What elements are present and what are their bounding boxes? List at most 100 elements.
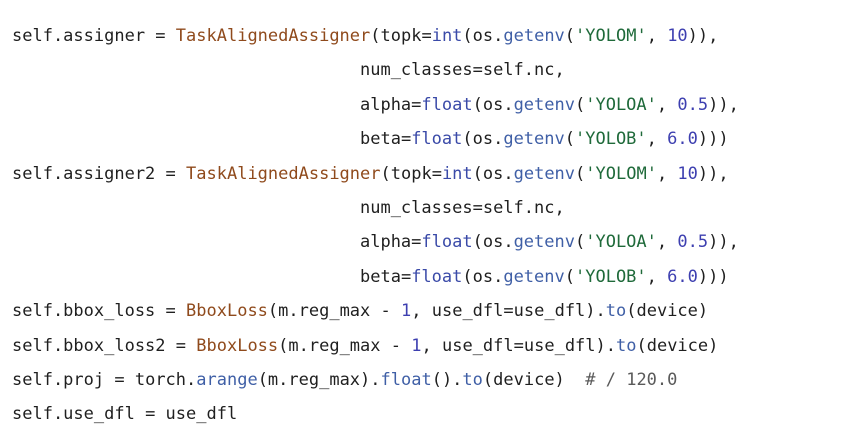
code-token-plain: (os. — [462, 266, 504, 287]
code-token-op: - — [390, 335, 401, 356]
code-token-plain: (os. — [472, 163, 514, 184]
code-token-func: getenv — [503, 266, 565, 287]
code-line: beta=float(os.getenv('YOLOB', 6.0))) — [12, 122, 859, 156]
code-token-op: = — [431, 163, 442, 184]
code-token-plain: ( — [574, 94, 586, 115]
code-token-plain: self.use_dfl — [12, 404, 146, 425]
code-token-func: getenv — [503, 26, 565, 46]
code-token-builtin: float — [411, 266, 463, 287]
code-token-string: 'YOLOA' — [585, 94, 657, 115]
code-token-number: 6.0 — [667, 129, 698, 150]
code-token-plain: (device) — [626, 301, 709, 322]
code-line: beta=float(os.getenv('YOLOB', 6.0))) — [12, 260, 859, 294]
code-token-op: = — [513, 335, 524, 356]
code-line: alpha=float(os.getenv('YOLOA', 0.5)), — [12, 88, 859, 122]
code-token-number: 1 — [401, 301, 412, 322]
code-line: num_classes=self.nc, — [12, 191, 859, 225]
code-token-plain: torch. — [124, 369, 197, 390]
code-token-plain: (device) — [636, 335, 719, 356]
code-token-func: getenv — [513, 94, 575, 115]
code-token-plain: use_dfl — [155, 404, 238, 425]
code-line: self.proj = torch.arange(m.reg_max).floa… — [12, 363, 859, 397]
code-token-plain: use_dfl). — [513, 301, 606, 322]
code-token-plain: ( — [564, 129, 575, 150]
code-token-plain: (topk — [380, 163, 432, 184]
code-token-func: getenv — [513, 232, 575, 253]
code-token-plain: ))) — [697, 129, 729, 150]
code-token-op: = — [411, 94, 422, 115]
code-token-builtin: int — [441, 163, 473, 184]
code-token-op: = — [175, 335, 187, 356]
code-token-plain: num_classes — [12, 197, 473, 218]
code-token-class: BboxLoss — [196, 335, 279, 356]
code-line: self.assigner2 = TaskAlignedAssigner(top… — [12, 157, 859, 191]
code-token-plain: )), — [697, 163, 729, 184]
code-token-plain: self.bbox_loss2 — [12, 335, 176, 356]
code-line: self.bbox_loss2 = BboxLoss(m.reg_max - 1… — [12, 329, 859, 363]
code-token-plain: (os. — [462, 26, 504, 46]
code-token-plain: , — [656, 94, 678, 115]
code-token-class: TaskAlignedAssigner — [186, 163, 381, 184]
code-token-builtin: float — [421, 232, 473, 253]
code-token-number: 6.0 — [667, 266, 698, 287]
code-token-number: 10 — [667, 26, 688, 46]
code-token-plain: )), — [708, 94, 739, 115]
code-token-plain: , use_dfl — [421, 335, 514, 356]
code-token-op: = — [411, 232, 422, 253]
code-token-plain: ( — [575, 163, 586, 184]
code-token-op: = — [165, 301, 176, 322]
code-token-func: to — [462, 369, 483, 390]
code-token-string: 'YOLOM' — [585, 163, 657, 184]
code-token-plain: self.assigner — [12, 26, 156, 46]
code-token-plain: beta — [12, 129, 401, 150]
code-token-op: = — [165, 163, 176, 184]
code-token-plain: ( — [574, 232, 586, 253]
code-token-string: 'YOLOA' — [585, 232, 657, 253]
code-token-plain: alpha — [12, 232, 412, 253]
code-token-plain: , — [656, 163, 678, 184]
code-token-class: BboxLoss — [186, 301, 268, 322]
code-token-func: float — [380, 369, 432, 390]
code-token-plain: self.nc, — [482, 60, 565, 81]
code-token-op: = — [400, 266, 412, 287]
code-token-plain: (os. — [472, 232, 514, 253]
code-token-plain: (device) — [482, 369, 586, 390]
code-token-plain: (m.reg_max — [278, 335, 391, 356]
code-token-string: 'YOLOB' — [575, 129, 647, 150]
code-token-func: to — [616, 335, 637, 356]
code-token-plain: (m.reg_max — [267, 301, 381, 322]
code-token-plain: self.proj — [12, 369, 115, 390]
code-token-op: = — [400, 129, 412, 150]
code-token-number: 10 — [677, 163, 698, 184]
code-token-builtin: int — [431, 26, 463, 46]
code-line: self.use_dfl = use_dfl — [12, 397, 859, 431]
code-token-op: = — [472, 60, 483, 81]
code-token-plain: , — [646, 129, 668, 150]
code-token-plain: , — [646, 26, 668, 46]
code-token-plain: (m.reg_max). — [257, 369, 381, 390]
code-token-func: getenv — [513, 163, 576, 184]
code-token-plain: use_dfl). — [523, 335, 616, 356]
code-token-plain: self.bbox_loss — [12, 301, 166, 322]
code-token-plain: )), — [687, 26, 719, 46]
code-token-op: = — [472, 197, 483, 218]
code-token-plain: )), — [708, 232, 739, 253]
code-token-op: = — [114, 369, 125, 390]
code-token-plain: alpha — [12, 94, 412, 115]
code-token-builtin: float — [421, 94, 473, 115]
code-token-plain: (os. — [462, 129, 504, 150]
code-token-plain: (). — [431, 369, 463, 390]
code-token-func: arange — [196, 369, 258, 390]
code-token-plain: self.nc, — [482, 197, 565, 218]
code-token-op: = — [421, 26, 432, 46]
code-token-op: = — [145, 404, 156, 425]
code-token-plain: (os. — [472, 94, 514, 115]
code-token-plain: (topk — [370, 26, 422, 46]
code-line: self.bbox_loss = BboxLoss(m.reg_max - 1,… — [12, 294, 859, 328]
code-token-comment: # / 120.0 — [585, 369, 678, 390]
